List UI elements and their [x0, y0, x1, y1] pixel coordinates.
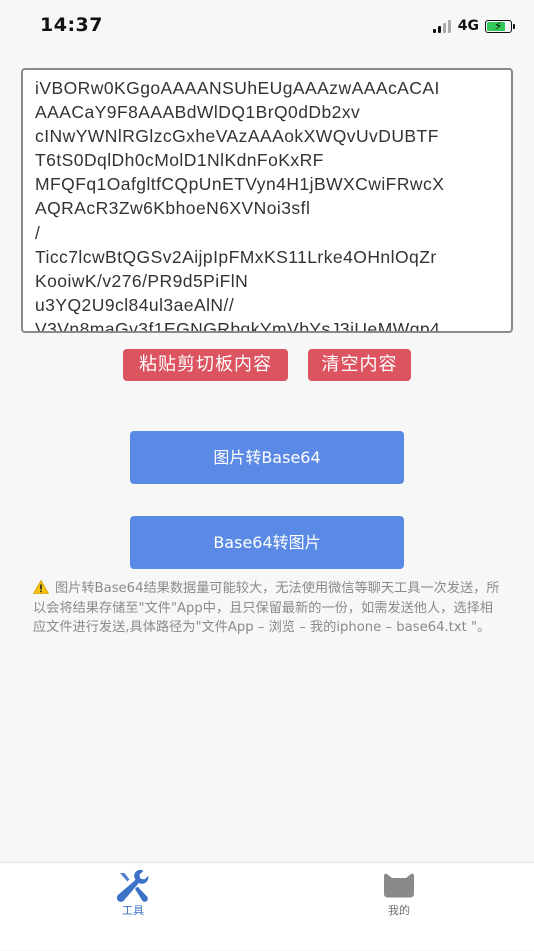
textbox-line: cINwYWNlRGlzcGxheVAzAAAokXWQvUvDUBTF: [35, 126, 439, 147]
textbox-line: iVBORw0KGgoAAAANSUhEUgAAAzwAAAcACAI: [35, 78, 440, 98]
tab-bar: 工具 我的: [0, 862, 534, 950]
tab-mine-label: 我的: [388, 904, 410, 917]
user-icon: [384, 873, 414, 898]
textbox-line: T6tS0DqlDh0cMolD1NlKdnFoKxRF: [35, 150, 324, 171]
base64-to-image-button[interactable]: Base64转图片: [130, 516, 404, 569]
base64-textarea[interactable]: iVBORw0KGgoAAAANSUhEUgAAAzwAAAcACAI AAACa…: [21, 68, 513, 333]
textbox-line: MFQFq1OafgltfCQpUnETVyn4H1jBWXCwiFRwcX: [35, 174, 445, 195]
textbox-line: AQRAcR3Zw6KbhoeN6XVNoi3sfl: [35, 198, 311, 219]
signal-icon: [432, 19, 451, 33]
status-bar: 14:37 4G ⚡: [0, 0, 534, 52]
notice-text: 图片转Base64结果数据量可能较大，无法使用微信等聊天工具一次发送，所以会将结…: [33, 581, 500, 635]
textbox-line: /: [35, 222, 41, 243]
textbox-line: Ticc7lcwBtQGSv2AijpIpFMxKS11Lrke4OHnlOqZ…: [35, 246, 437, 267]
status-indicators: 4G ⚡: [432, 17, 515, 35]
textbox-line: KooiwK/v276/PR9d5PiFlN: [35, 270, 249, 291]
wrench-icon: [116, 869, 149, 902]
tab-tools-label: 工具: [122, 904, 144, 917]
status-time: 14:37: [40, 14, 103, 36]
paste-clipboard-button[interactable]: 粘贴剪切板内容: [123, 349, 288, 381]
notice-text-block: 图片转Base64结果数据量可能较大，无法使用微信等聊天工具一次发送，所以会将结…: [33, 579, 503, 638]
textbox-line: AAACaY9F8AAABdWlDQ1BrQ0dDb2xv: [35, 102, 361, 123]
tab-mine[interactable]: 我的: [339, 863, 459, 951]
warning-icon: [33, 580, 49, 594]
clear-content-button[interactable]: 清空内容: [308, 349, 411, 381]
battery-icon: ⚡: [485, 19, 515, 33]
textbox-line: V3Vn8maGv3f1EGNGRbgkYmVbYsJ3iUeMWgp4: [35, 318, 441, 333]
image-to-base64-button[interactable]: 图片转Base64: [130, 431, 404, 484]
textbox-line: u3YQ2U9cl84ul3aeAlN//: [35, 294, 235, 315]
tab-tools[interactable]: 工具: [73, 863, 193, 951]
base64-text: iVBORw0KGgoAAAANSUhEUgAAAzwAAAcACAI AAACa…: [35, 76, 503, 333]
network-type: 4G: [457, 18, 479, 34]
